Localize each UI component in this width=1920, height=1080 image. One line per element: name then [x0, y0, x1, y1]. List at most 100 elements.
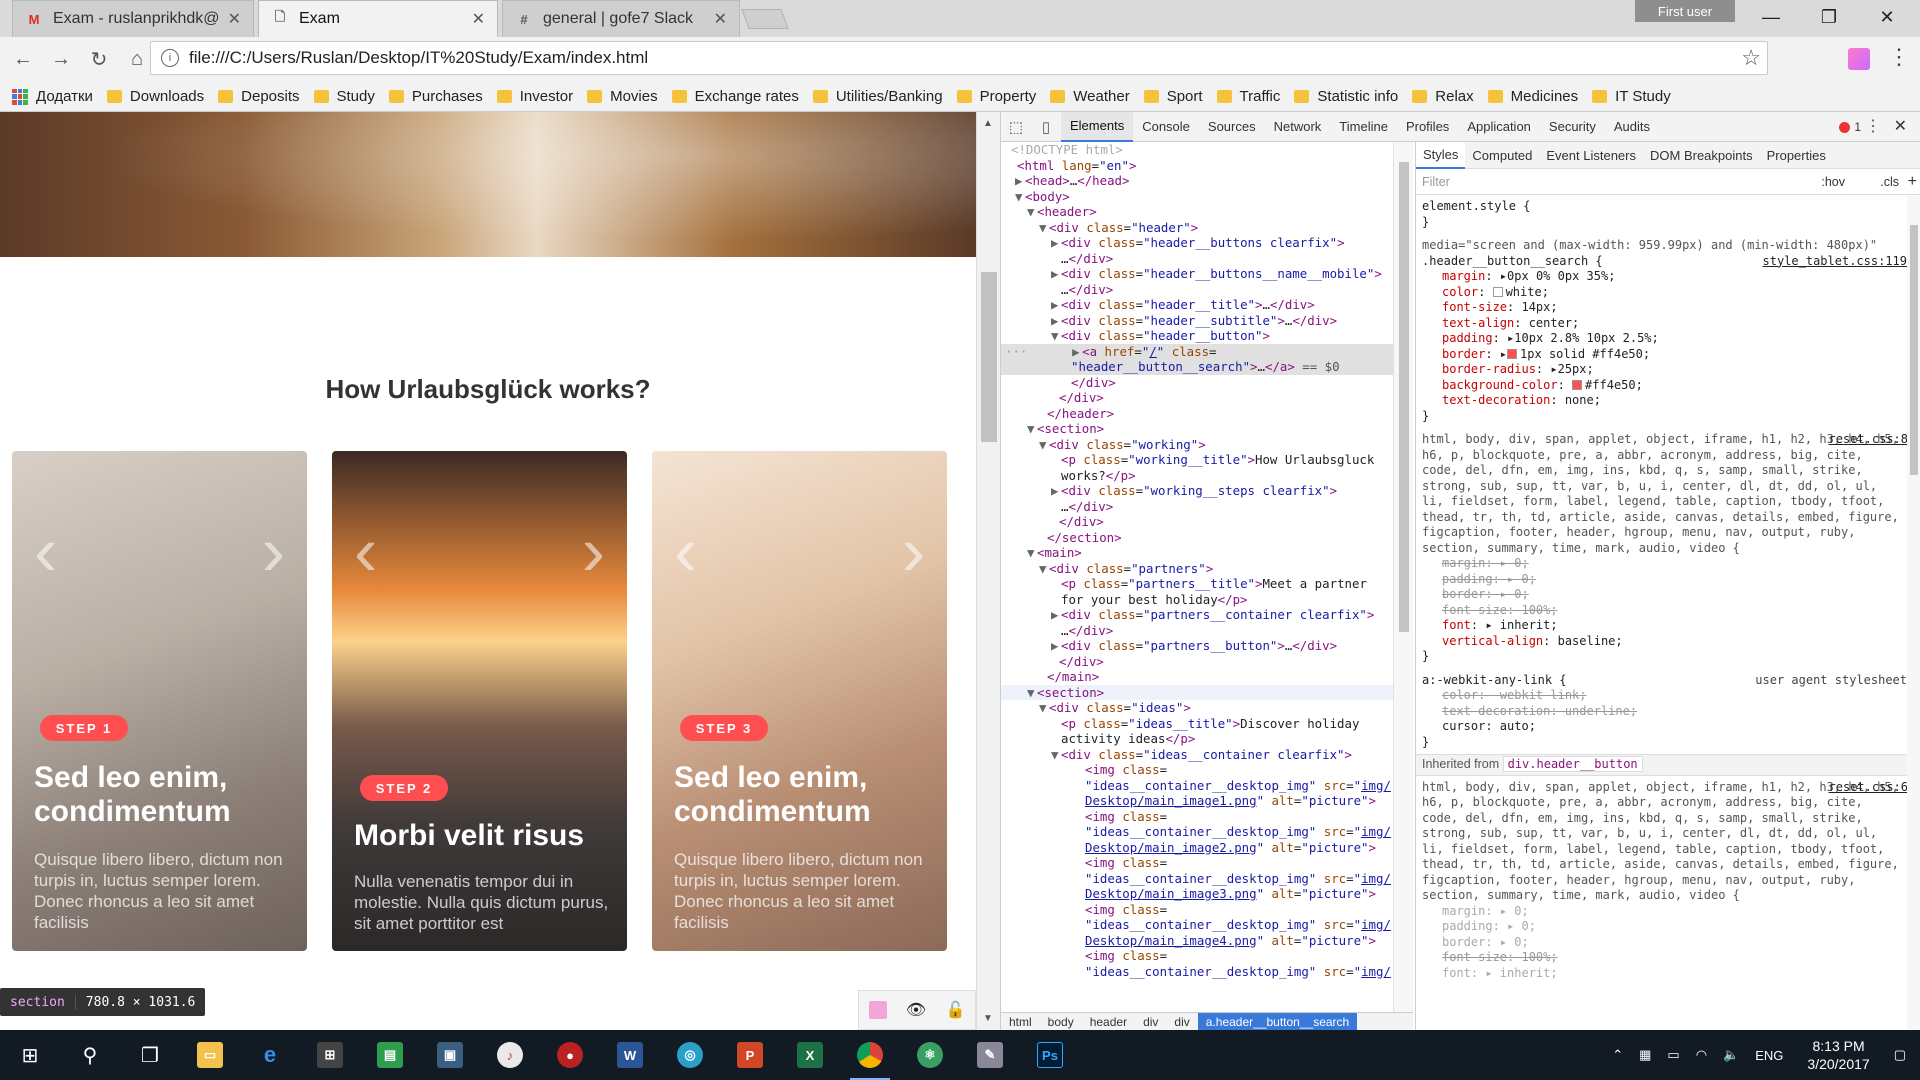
forward-icon[interactable]: →: [46, 45, 76, 75]
css-property[interactable]: font: ▸ inherit;: [1422, 618, 1920, 634]
css-property[interactable]: margin: ▸ 0;: [1422, 556, 1920, 572]
tree-line[interactable]: ▶ <div class="header__title">…</div>: [1001, 297, 1413, 313]
css-property[interactable]: font-size: 14px;: [1422, 300, 1920, 316]
tab-application[interactable]: Application: [1458, 112, 1540, 142]
tree-line[interactable]: "ideas__container__desktop_img" src="img…: [1001, 778, 1413, 794]
tab-exam[interactable]: 🗋 Exam ✕: [258, 0, 498, 37]
chevron-right-icon[interactable]: ›: [262, 511, 285, 591]
tab-timeline[interactable]: Timeline: [1330, 112, 1397, 142]
css-property[interactable]: color: white;: [1422, 285, 1920, 301]
atom-icon[interactable]: ⚛: [900, 1030, 960, 1080]
tree-line[interactable]: Desktop/main_image4.png" alt="picture">: [1001, 933, 1413, 949]
tree-line[interactable]: "ideas__container__desktop_img" src="img…: [1001, 824, 1413, 840]
bookmark-apps[interactable]: Додатки: [12, 88, 93, 105]
bookmark-folder[interactable]: Deposits: [218, 88, 300, 105]
tree-line[interactable]: <img class=: [1001, 948, 1413, 964]
search-icon[interactable]: ⚲: [60, 1030, 120, 1080]
inspect-icon[interactable]: ⬚: [1001, 112, 1031, 142]
bookmark-folder[interactable]: Investor: [496, 88, 573, 105]
device-icon[interactable]: ▯: [1031, 112, 1061, 142]
tree-line[interactable]: <p class="ideas__title">Discover holiday: [1001, 716, 1413, 732]
add-rule-icon[interactable]: +: [1908, 173, 1917, 191]
lock-icon[interactable]: 🔓: [945, 1000, 965, 1020]
sheets-icon[interactable]: ▤: [360, 1030, 420, 1080]
tab-slack[interactable]: # general | gofe7 Slack ✕: [502, 0, 740, 37]
tree-line[interactable]: ▼ <section>: [1001, 421, 1413, 437]
bookmark-folder[interactable]: Exchange rates: [671, 88, 799, 105]
styles-filter-input[interactable]: Filter :hov .cls +: [1416, 169, 1920, 195]
bookmark-folder[interactable]: Property: [956, 88, 1036, 105]
tree-line[interactable]: ▼ <div class="ideas">: [1001, 700, 1413, 716]
tree-line[interactable]: <html lang="en">: [1001, 158, 1413, 174]
task-view-icon[interactable]: ❐: [120, 1030, 180, 1080]
tree-line[interactable]: ▼ <body>: [1001, 189, 1413, 205]
bookmark-folder[interactable]: Utilities/Banking: [812, 88, 943, 105]
css-property[interactable]: border-radius: ▸25px;: [1422, 362, 1920, 378]
app-icon[interactable]: ▣: [420, 1030, 480, 1080]
extension-icon[interactable]: [1848, 48, 1870, 70]
breadcrumb-item[interactable]: body: [1040, 1015, 1082, 1029]
css-property[interactable]: vertical-align: baseline;: [1422, 634, 1920, 650]
tree-line[interactable]: ▶ <div class="working__steps clearfix">: [1001, 483, 1413, 499]
source-link[interactable]: reset.css:8: [1829, 432, 1908, 448]
chevron-left-icon[interactable]: ‹: [354, 511, 377, 591]
tree-line[interactable]: "ideas__container__desktop_img" src="img…: [1001, 964, 1413, 980]
itunes-icon[interactable]: ♪: [480, 1030, 540, 1080]
profile-button[interactable]: First user: [1635, 0, 1735, 22]
css-property[interactable]: background-color: #ff4e50;: [1422, 378, 1920, 394]
chevron-right-icon[interactable]: ›: [582, 511, 605, 591]
excel-icon[interactable]: X: [780, 1030, 840, 1080]
tab-event-listeners[interactable]: Event Listeners: [1539, 142, 1643, 169]
cls-toggle[interactable]: .cls: [1880, 175, 1899, 189]
windows-start-icon[interactable]: ⊞: [0, 1030, 60, 1080]
tree-line[interactable]: ▼ <div class="ideas__container clearfix">: [1001, 747, 1413, 763]
reload-icon[interactable]: ↻: [84, 45, 114, 75]
tab-styles[interactable]: Styles: [1416, 142, 1466, 169]
tab-security[interactable]: Security: [1540, 112, 1605, 142]
bookmark-folder[interactable]: Statistic info: [1294, 88, 1398, 105]
tab-audits[interactable]: Audits: [1605, 112, 1659, 142]
inherited-link[interactable]: div.header__button: [1502, 756, 1643, 772]
minimize-icon[interactable]: —: [1742, 0, 1800, 34]
breadcrumb-item[interactable]: div: [1135, 1015, 1166, 1029]
battery-icon[interactable]: ▭: [1659, 1047, 1687, 1063]
photoshop-icon[interactable]: Ps: [1020, 1030, 1080, 1080]
eye-icon[interactable]: 👁: [906, 1000, 926, 1020]
home-icon[interactable]: ⌂: [122, 45, 152, 75]
scroll-down-icon[interactable]: ▼: [983, 1013, 993, 1024]
source-link[interactable]: reset.css:6: [1829, 780, 1908, 796]
page-scrollbar[interactable]: ▲ ▼: [976, 112, 1000, 1030]
restore-icon[interactable]: ❐: [1800, 0, 1858, 34]
tree-line[interactable]: ▶ <div class="header__buttons clearfix">: [1001, 235, 1413, 251]
bookmark-folder[interactable]: Weather: [1050, 88, 1130, 105]
more-icon[interactable]: ⋮: [1865, 116, 1881, 136]
chevron-left-icon[interactable]: ‹: [674, 511, 697, 591]
scroll-up-icon[interactable]: ▲: [983, 118, 993, 129]
tab-dom-breakpoints[interactable]: DOM Breakpoints: [1643, 142, 1760, 169]
tab-network[interactable]: Network: [1265, 112, 1331, 142]
scroll-thumb[interactable]: [1910, 225, 1918, 475]
tree-line[interactable]: ▼ <div class="header">: [1001, 220, 1413, 236]
tab-gmail[interactable]: M Exam - ruslanprikhdk@g ✕: [12, 0, 254, 37]
action-center-icon[interactable]: ▢: [1886, 1047, 1920, 1063]
media-icon[interactable]: ●: [540, 1030, 600, 1080]
tree-line[interactable]: ▼ <div class="partners">: [1001, 561, 1413, 577]
chevron-left-icon[interactable]: ‹: [34, 511, 57, 591]
breadcrumb-item-active[interactable]: a.header__button__search: [1197, 1012, 1358, 1031]
tab-properties[interactable]: Properties: [1760, 142, 1833, 169]
info-icon[interactable]: i: [161, 49, 179, 67]
close-icon[interactable]: ✕: [714, 9, 727, 29]
chevron-up-icon[interactable]: ⌃: [1604, 1047, 1631, 1063]
source-link[interactable]: style_tablet.css:119: [1763, 254, 1908, 270]
tree-line[interactable]: Desktop/main_image3.png" alt="picture">: [1001, 886, 1413, 902]
tab-profiles[interactable]: Profiles: [1397, 112, 1458, 142]
tree-line[interactable]: ▶ <head>…</head>: [1001, 173, 1413, 189]
css-property[interactable]: margin: ▸0px 0% 0px 35%;: [1422, 269, 1920, 285]
css-property[interactable]: text-align: center;: [1422, 316, 1920, 332]
bookmark-folder[interactable]: Relax: [1412, 88, 1474, 105]
tree-line[interactable]: ▶ <div class="partners__button">…</div>: [1001, 638, 1413, 654]
edge-icon[interactable]: e: [240, 1030, 300, 1080]
bookmark-folder[interactable]: Study: [313, 88, 375, 105]
clock[interactable]: 8:13 PM 3/20/2017: [1791, 1037, 1885, 1073]
tab-sources[interactable]: Sources: [1199, 112, 1265, 142]
